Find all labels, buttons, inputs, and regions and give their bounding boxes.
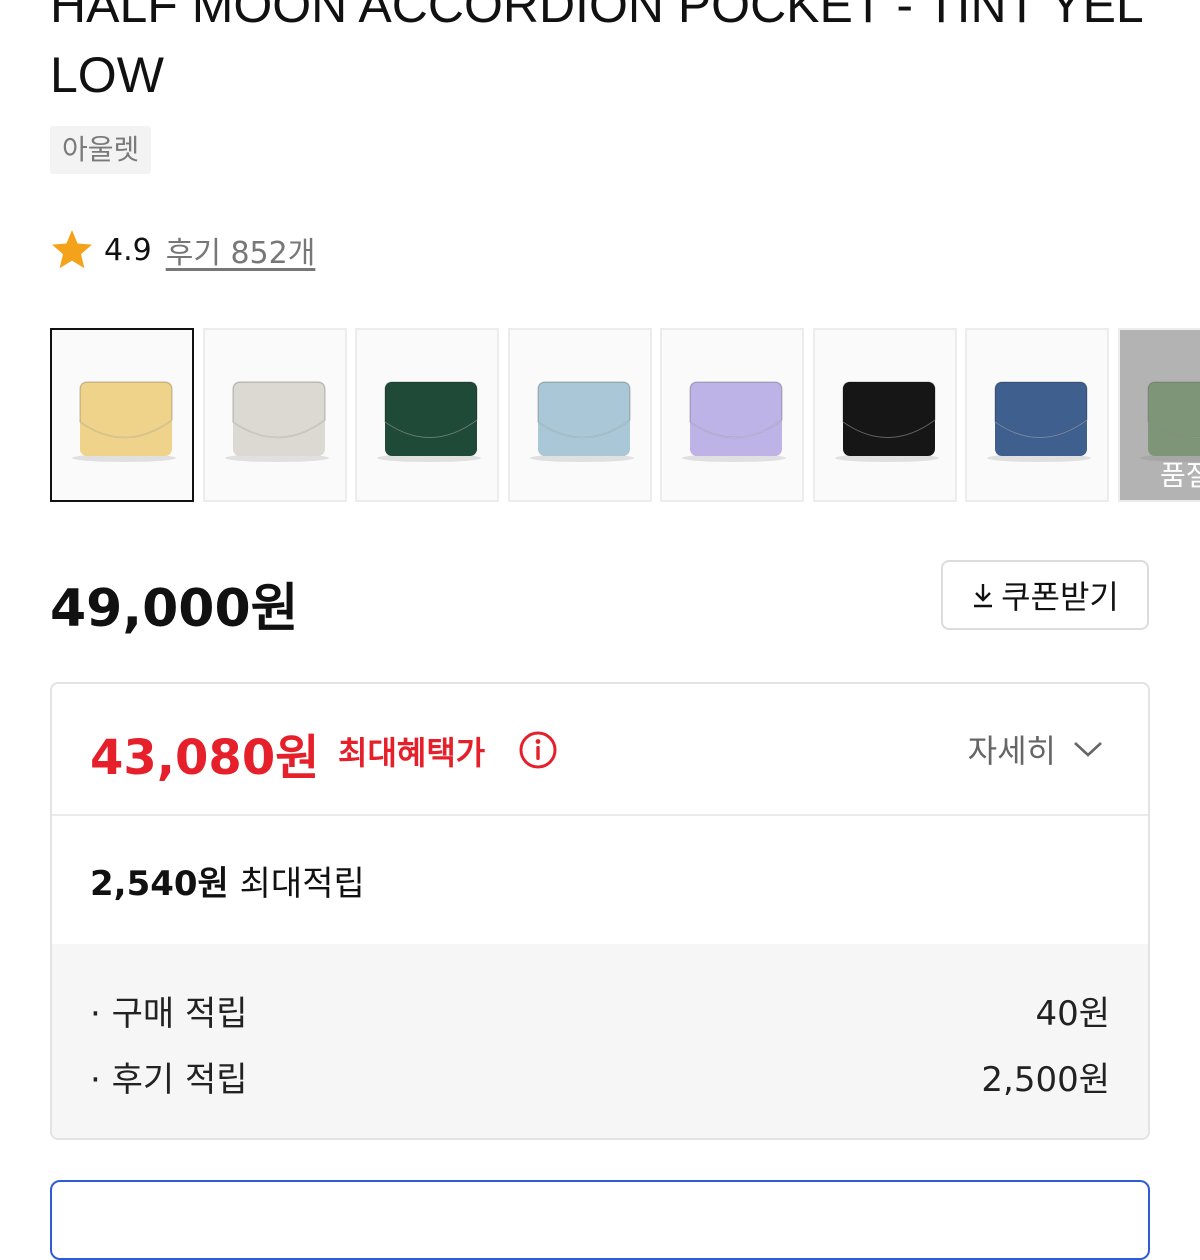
rating-score: 4.9 xyxy=(104,232,152,268)
max-points-label: 최대적립 xyxy=(239,864,365,904)
wallet-image xyxy=(225,381,329,462)
detail-toggle[interactable]: 자세히 xyxy=(968,726,1104,772)
wallet-image xyxy=(682,381,786,462)
benefit-panel: 43,080원 최대혜택가 자세히 2,540원 최대적립 · 구매 적립 40… xyxy=(50,682,1150,1140)
benefit-header: 43,080원 최대혜택가 자세히 xyxy=(52,684,1148,816)
points-breakdown: · 구매 적립 40원 · 후기 적립 2,500원 xyxy=(52,944,1148,1138)
max-benefit-price: 43,080원 xyxy=(90,730,320,786)
color-thumbnail[interactable]: 품절 xyxy=(1118,328,1200,502)
sold-out-label: 품절 xyxy=(1160,459,1200,492)
download-icon xyxy=(974,584,993,608)
max-points-value: 2,540원 xyxy=(90,864,229,904)
product-price: 49,000원 xyxy=(50,579,299,639)
color-thumbnail[interactable] xyxy=(660,328,804,502)
purchase-points-value: 40원 xyxy=(1035,994,1110,1034)
review-points-row: · 후기 적립 2,500원 xyxy=(90,1052,1110,1101)
purchase-points-label: · 구매 적립 xyxy=(90,994,248,1034)
info-icon[interactable] xyxy=(518,730,558,770)
purchase-points-row: · 구매 적립 40원 xyxy=(90,986,1110,1035)
wallet-image xyxy=(987,381,1091,462)
wallet-image xyxy=(377,381,481,462)
color-thumbnail[interactable] xyxy=(508,328,652,502)
color-thumbnail[interactable] xyxy=(203,328,347,502)
coupon-button-label: 쿠폰받기 xyxy=(1001,578,1119,616)
wallet-image xyxy=(72,381,176,462)
color-thumbnail[interactable] xyxy=(355,328,499,502)
wallet-image xyxy=(530,381,634,462)
review-points-value: 2,500원 xyxy=(981,1060,1110,1100)
color-thumbnail[interactable] xyxy=(965,328,1109,502)
coupon-button[interactable]: 쿠폰받기 xyxy=(941,560,1149,630)
star-icon xyxy=(52,230,92,269)
product-title: HALF MOON ACCORDION POCKET - TINT YELLOW xyxy=(50,0,1144,103)
max-points-row: 2,540원 최대적립 xyxy=(90,856,365,905)
rating-row: 4.9 후기 852개 xyxy=(50,228,315,272)
blue-action-button[interactable] xyxy=(50,1180,1150,1260)
detail-toggle-label: 자세히 xyxy=(967,732,1056,770)
review-points-label: · 후기 적립 xyxy=(90,1060,248,1100)
color-thumbnails: 품절 xyxy=(50,328,1200,502)
max-benefit-label: 최대혜택가 xyxy=(338,734,486,772)
sold-out-overlay: 품절 xyxy=(1120,330,1200,500)
reviews-link[interactable]: 후기 852개 xyxy=(166,228,316,272)
wallet-image xyxy=(835,381,939,462)
color-thumbnail[interactable] xyxy=(50,328,194,502)
outlet-tag: 아울렛 xyxy=(50,126,152,174)
color-thumbnail[interactable] xyxy=(813,328,957,502)
chevron-down-icon xyxy=(1074,742,1102,757)
